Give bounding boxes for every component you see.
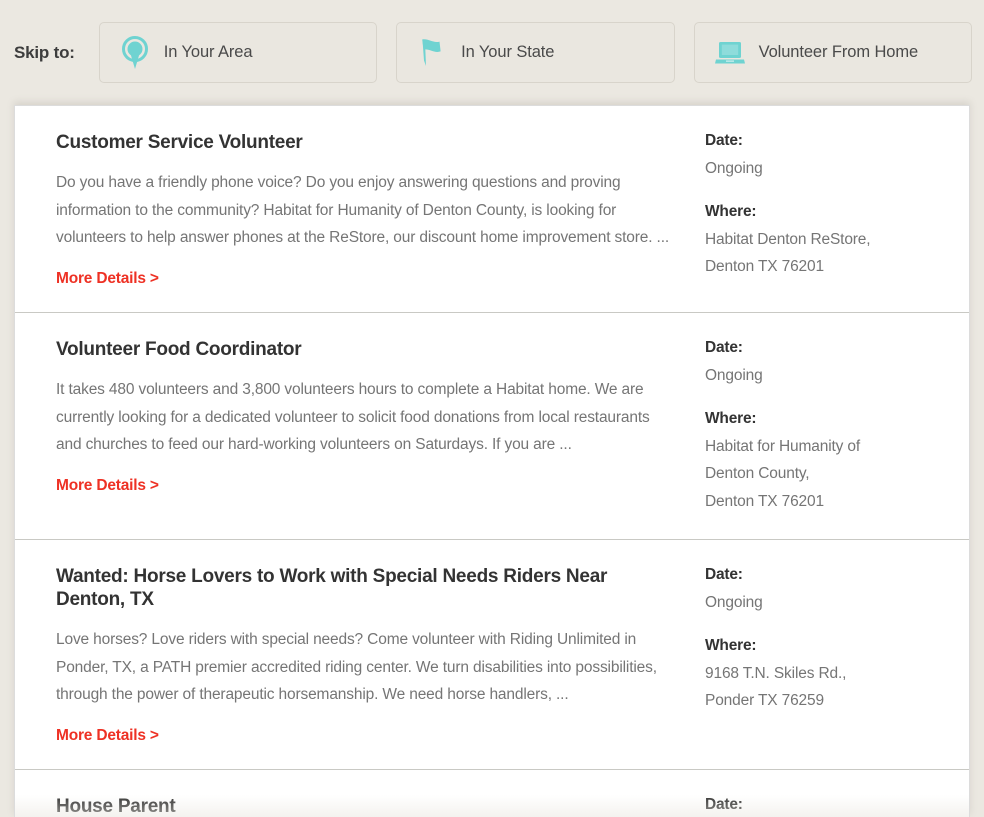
where-value: 9168 T.N. Skiles Rd., Ponder TX 76259 <box>705 660 955 715</box>
listing-item[interactable]: Customer Service Volunteer Do you have a… <box>15 106 969 313</box>
skip-to-in-your-state-label: In Your State <box>461 43 555 61</box>
more-details-link[interactable]: More Details > <box>56 477 159 495</box>
listing-title: Wanted: Horse Lovers to Work with Specia… <box>56 566 608 611</box>
where-label: Where: <box>705 636 757 654</box>
date-value: Ongoing <box>705 160 763 177</box>
more-details-link[interactable]: More Details > <box>56 727 159 745</box>
where-value: Habitat Denton ReStore, Denton TX 76201 <box>705 226 955 281</box>
listing-meta: Date: Ongoing Where: Habitat Denton ReSt… <box>705 132 969 288</box>
date-label: Date: <box>705 796 743 814</box>
where-line: Ponder TX 76259 <box>705 692 824 710</box>
listing-main: House Parent <box>15 796 705 817</box>
skip-to-volunteer-from-home-label: Volunteer From Home <box>758 43 919 61</box>
where-line: 9168 T.N. Skiles Rd., <box>705 664 847 682</box>
listing-meta: Date: Ongoing Where: 9168 T.N. Skiles Rd… <box>705 566 969 745</box>
laptop-icon <box>713 34 747 72</box>
listing-meta: Date: <box>705 796 969 817</box>
where-line: Habitat Denton ReStore, <box>705 230 871 248</box>
listing-main: Wanted: Horse Lovers to Work with Specia… <box>15 566 705 745</box>
date-label: Date: <box>705 339 743 356</box>
where-line: Denton County, <box>705 465 810 483</box>
skip-to-in-your-state-button[interactable]: In Your State <box>396 22 675 83</box>
listing-meta: Date: Ongoing Where: Habitat for Humanit… <box>705 339 969 515</box>
date-label: Date: <box>705 566 743 584</box>
where-value: Habitat for Humanity of Denton County, D… <box>705 433 955 516</box>
listing-title: House Parent <box>56 796 176 817</box>
listing-main: Customer Service Volunteer Do you have a… <box>15 132 705 288</box>
date-label: Date: <box>705 132 743 149</box>
date-value: Ongoing <box>705 594 763 612</box>
listing-description: It takes 480 volunteers and 3,800 volunt… <box>56 380 650 454</box>
more-details-link[interactable]: More Details > <box>56 270 159 288</box>
map-pin-icon <box>118 34 152 72</box>
listing-description: Do you have a friendly phone voice? Do y… <box>56 173 670 247</box>
flag-icon <box>415 34 449 72</box>
where-label: Where: <box>705 202 757 220</box>
skip-to-bar: Skip to: In Your Area In Your State Volu… <box>0 0 984 105</box>
listing-item[interactable]: Wanted: Horse Lovers to Work with Specia… <box>15 540 969 771</box>
listing-description: Love horses? Love riders with special ne… <box>56 630 657 704</box>
where-label: Where: <box>705 409 757 427</box>
volunteer-listings-panel: Customer Service Volunteer Do you have a… <box>14 105 970 817</box>
where-line: Denton TX 76201 <box>705 492 824 510</box>
listing-title: Customer Service Volunteer <box>56 132 303 153</box>
listing-title: Volunteer Food Coordinator <box>56 339 302 360</box>
skip-to-volunteer-from-home-button[interactable]: Volunteer From Home <box>693 22 972 83</box>
listing-item[interactable]: Volunteer Food Coordinator It takes 480 … <box>15 313 969 541</box>
listing-item[interactable]: House Parent Date: <box>15 770 969 817</box>
where-line: Denton TX 76201 <box>705 258 824 276</box>
skip-to-in-your-area-button[interactable]: In Your Area <box>98 22 378 83</box>
listing-main: Volunteer Food Coordinator It takes 480 … <box>15 339 705 515</box>
date-value: Ongoing <box>705 367 763 384</box>
where-line: Habitat for Humanity of <box>705 437 861 455</box>
skip-to-in-your-area-label: In Your Area <box>163 43 253 61</box>
skip-to-label: Skip to: <box>14 42 75 62</box>
